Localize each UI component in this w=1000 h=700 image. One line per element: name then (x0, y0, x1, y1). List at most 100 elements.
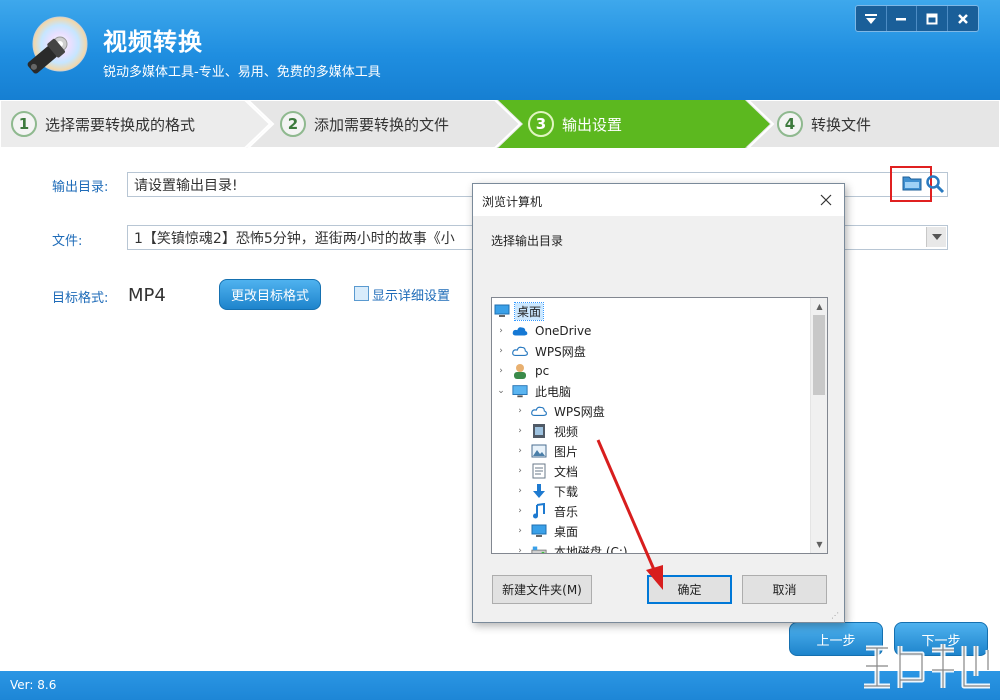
step-4[interactable]: 4 转换文件 (777, 100, 871, 148)
onedrive-cloud-icon (512, 323, 528, 339)
wps-cloud-icon (512, 343, 528, 359)
tree-scrollbar[interactable]: ▲ ▼ (810, 298, 827, 553)
app-subtitle: 锐动多媒体工具-专业、易用、免费的多媒体工具 (103, 65, 381, 80)
app-logo-icon (27, 16, 88, 74)
tree-item-label: 视频 (554, 424, 579, 439)
tree-item[interactable]: › OneDrive (495, 321, 593, 341)
chevron-right-icon[interactable]: › (514, 485, 526, 497)
dialog-titlebar: 浏览计算机 (473, 184, 844, 216)
tree-item[interactable]: › 桌面 (514, 521, 580, 541)
desktop-icon (531, 523, 547, 539)
maximize-icon (926, 13, 938, 24)
tree-item-label: WPS网盘 (535, 344, 586, 359)
chevron-right-icon[interactable]: › (495, 345, 507, 357)
disk-drive-icon (531, 543, 547, 553)
step-2-number: 2 (280, 111, 306, 137)
tree-item-label: 此电脑 (535, 384, 572, 399)
chevron-right-icon[interactable]: › (514, 505, 526, 517)
minimize-button[interactable] (887, 6, 917, 31)
step-3[interactable]: 3 输出设置 (528, 100, 622, 148)
folder-browse-icon[interactable] (902, 174, 922, 192)
scroll-thumb[interactable] (813, 315, 825, 395)
tree-item-label: 桌面 (554, 524, 579, 539)
wps-cloud-icon (531, 403, 547, 419)
pictures-folder-icon (531, 443, 547, 459)
music-folder-icon (531, 503, 547, 519)
chevron-right-icon[interactable]: › (514, 425, 526, 437)
file-label: 文件: (52, 234, 83, 249)
documents-folder-icon (531, 463, 547, 479)
chevron-right-icon[interactable]: › (514, 445, 526, 457)
tree-item[interactable]: › 音乐 (514, 501, 580, 521)
folder-tree[interactable]: 桌面 › OneDrive › WPS网盘 › pc ⌄ 此电脑 › WPS网盘 › 视频 › 图片 › 文档 ›… (491, 297, 828, 554)
chevron-right-icon[interactable]: › (514, 545, 526, 553)
step-2[interactable]: 2 添加需要转换的文件 (280, 100, 449, 148)
dialog-title: 浏览计算机 (482, 195, 543, 209)
watermark-logo (864, 644, 991, 689)
chevron-right-icon[interactable]: › (495, 365, 507, 377)
downloads-folder-icon (531, 483, 547, 499)
scroll-up-arrow[interactable]: ▲ (811, 298, 827, 315)
target-format-label: 目标格式: (52, 291, 109, 306)
tree-item[interactable]: › WPS网盘 (495, 341, 588, 361)
video-folder-icon (531, 423, 547, 439)
tree-item[interactable]: › 视频 (514, 421, 580, 441)
file-dropdown-button[interactable] (926, 227, 946, 247)
chevron-right-icon[interactable]: › (495, 325, 507, 337)
app-header: 视频转换 锐动多媒体工具-专业、易用、免费的多媒体工具 (0, 0, 1000, 100)
output-dir-label: 输出目录: (52, 180, 109, 195)
close-icon (957, 13, 968, 24)
step-1-label: 选择需要转换成的格式 (45, 115, 196, 134)
show-details-label[interactable]: 显示详细设置 (372, 285, 450, 304)
app-title: 视频转换 (103, 28, 203, 56)
desktop-icon (494, 303, 510, 319)
target-format-value: MP4 (128, 285, 166, 306)
cancel-button[interactable]: 取消 (742, 575, 827, 604)
scroll-down-arrow[interactable]: ▼ (811, 536, 827, 553)
tree-item-label: 下载 (554, 484, 579, 499)
change-format-button[interactable]: 更改目标格式 (219, 279, 321, 310)
chevron-right-icon[interactable]: › (514, 405, 526, 417)
step-4-label: 转换文件 (811, 115, 872, 134)
step-1[interactable]: 1 选择需要转换成的格式 (11, 100, 195, 148)
window-controls (855, 5, 979, 32)
menu-dropdown-icon (864, 13, 877, 24)
menu-dropdown-button[interactable] (856, 6, 887, 31)
chevron-down-icon (931, 234, 942, 240)
tree-item[interactable]: › 下载 (514, 481, 580, 501)
show-details-checkbox[interactable] (354, 286, 369, 301)
tree-item[interactable]: › 图片 (514, 441, 580, 461)
tree-item-label: 桌面 (513, 301, 545, 321)
chevron-down-icon[interactable]: ⌄ (495, 385, 507, 397)
dialog-prompt: 选择输出目录 (491, 234, 564, 248)
tree-item-label: 文档 (554, 464, 579, 479)
version-text: Ver: 8.6 (10, 678, 57, 692)
step-3-label: 输出设置 (562, 115, 623, 134)
dialog-close-button[interactable] (813, 188, 839, 212)
maximize-button[interactable] (917, 6, 948, 31)
new-folder-button[interactable]: 新建文件夹(M) (492, 575, 592, 604)
tree-item[interactable]: › 文档 (514, 461, 580, 481)
step-bar: 1 选择需要转换成的格式 2 添加需要转换的文件 3 输出设置 4 转换文件 (0, 100, 1000, 148)
step-4-number: 4 (777, 111, 803, 137)
browse-folder-dialog: 浏览计算机 选择输出目录 桌面 › OneDrive › WPS网盘 › pc ⌄ 此电脑 › WP… (472, 183, 845, 623)
tree-item[interactable]: ⌄ 此电脑 (495, 381, 573, 401)
resize-grip-icon[interactable]: ⋰ (831, 611, 839, 620)
tree-item[interactable]: 桌面 (494, 301, 545, 321)
tree-item-label: 本地磁盘 (C:) (554, 544, 628, 554)
minimize-icon (896, 17, 907, 20)
tree-item[interactable]: › 本地磁盘 (C:) (514, 541, 630, 554)
tree-item-label: pc (535, 364, 550, 378)
chevron-right-icon[interactable]: › (514, 465, 526, 477)
chevron-right-icon[interactable]: › (514, 525, 526, 537)
search-icon[interactable] (925, 174, 945, 194)
tree-item[interactable]: › pc (495, 361, 551, 381)
close-button[interactable] (948, 6, 978, 31)
tree-item[interactable]: › WPS网盘 (514, 401, 607, 421)
computer-icon (512, 383, 528, 399)
tree-item-label: 音乐 (554, 504, 579, 519)
user-icon (512, 363, 528, 379)
step-2-label: 添加需要转换的文件 (314, 115, 450, 134)
step-1-number: 1 (11, 111, 37, 137)
ok-button[interactable]: 确定 (647, 575, 732, 604)
